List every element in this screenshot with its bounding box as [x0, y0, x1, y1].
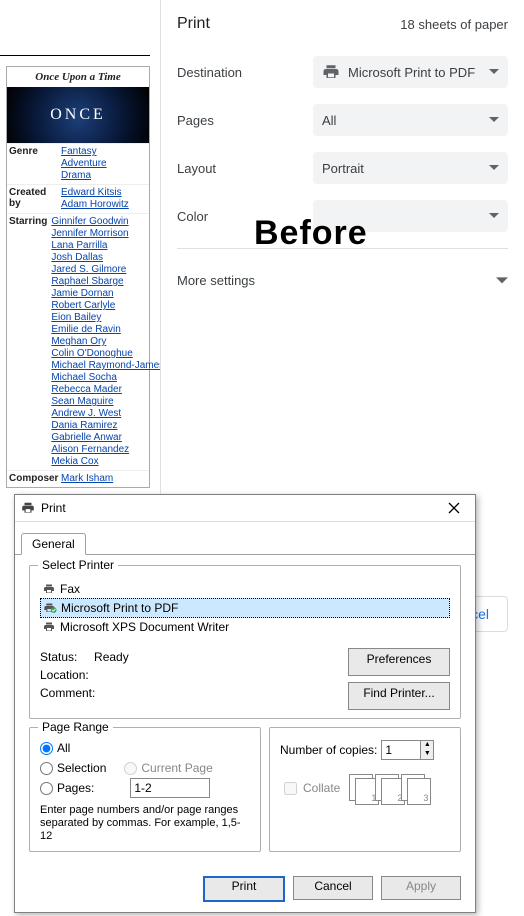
wiki-link[interactable]: Drama — [61, 170, 91, 181]
more-settings-toggle[interactable]: More settings — [161, 257, 524, 303]
wiki-link[interactable]: Ginnifer Goodwin — [51, 216, 128, 227]
wiki-link[interactable]: Eion Bailey — [51, 312, 101, 323]
printer-item[interactable]: Microsoft XPS Document Writer — [40, 618, 450, 636]
layout-select[interactable]: Portrait — [313, 152, 508, 184]
infobox-key: Starring — [7, 214, 49, 470]
destination-select[interactable]: Microsoft Print to PDF — [313, 56, 508, 88]
dialog-print-button[interactable]: Print — [203, 876, 285, 902]
wiki-link[interactable]: Edward Kitsis — [61, 187, 122, 198]
sheet-count: 18 sheets of paper — [400, 17, 508, 32]
chevron-down-icon — [496, 273, 508, 288]
spinner-up-icon[interactable]: ▲ — [421, 741, 433, 750]
before-label: Before — [254, 214, 368, 253]
copies-label: Number of copies: — [280, 743, 377, 757]
wiki-link[interactable]: Rebecca Mader — [51, 384, 122, 395]
wiki-link[interactable]: Meghan Ory — [51, 336, 106, 347]
find-printer-button[interactable]: Find Printer... — [348, 682, 450, 710]
wiki-link[interactable]: Michael Raymond-James — [51, 360, 164, 371]
printer-icon — [43, 602, 57, 614]
pages-input[interactable] — [130, 778, 210, 798]
divider — [0, 55, 150, 56]
wiki-link[interactable]: Michael Socha — [51, 372, 117, 383]
close-button[interactable] — [439, 497, 469, 519]
tab-general[interactable]: General — [21, 533, 86, 555]
wiki-link[interactable]: Josh Dallas — [51, 252, 103, 263]
printer-icon — [21, 501, 35, 515]
wiki-link[interactable]: Colin O'Donoghue — [51, 348, 132, 359]
collate-checkbox — [284, 782, 297, 795]
printer-list[interactable]: FaxMicrosoft Print to PDFMicrosoft XPS D… — [40, 580, 450, 636]
wiki-link[interactable]: Raphael Sbarge — [51, 276, 123, 287]
page-range-label: Page Range — [38, 720, 113, 734]
dialog-cancel-button[interactable]: Cancel — [293, 876, 373, 900]
collate-preview: 11 22 33 — [349, 774, 427, 802]
chevron-down-icon — [489, 69, 499, 75]
spinner-down-icon[interactable]: ▼ — [421, 750, 433, 759]
print-dialog: Print General Select Printer FaxMicrosof… — [14, 494, 476, 913]
status-label: Status: — [40, 650, 77, 664]
copies-input[interactable] — [381, 740, 421, 760]
wiki-link[interactable]: Adam Horowitz — [61, 199, 129, 210]
dialog-apply-button: Apply — [381, 876, 461, 900]
location-label: Location: — [40, 666, 348, 684]
infobox-value: FantasyAdventureDrama — [59, 144, 149, 184]
preferences-button[interactable]: Preferences — [348, 648, 450, 676]
status-value: Ready — [94, 650, 129, 664]
wiki-link[interactable]: Jennifer Morrison — [51, 228, 128, 239]
copies-group: Number of copies: ▲▼ Collate 11 22 33 — [269, 727, 461, 852]
infobox-value: Ginnifer GoodwinJennifer MorrisonLana Pa… — [49, 214, 166, 470]
wiki-link[interactable]: Robert Carlyle — [51, 300, 115, 311]
wiki-link[interactable]: Jamie Dornan — [51, 288, 113, 299]
chevron-down-icon — [489, 165, 499, 171]
select-printer-label: Select Printer — [38, 558, 118, 572]
dialog-title: Print — [41, 501, 66, 515]
wiki-link[interactable]: Gabrielle Anwar — [51, 432, 122, 443]
wiki-link[interactable]: Fantasy — [61, 146, 97, 157]
infobox-value: Edward KitsisAdam Horowitz — [59, 185, 149, 213]
pages-select[interactable]: All — [313, 104, 508, 136]
page-range-group: Page Range All Selection Current Page Pa… — [29, 727, 261, 852]
page-range-hint: Enter page numbers and/or page ranges se… — [40, 804, 250, 843]
wiki-link[interactable]: Sean Maguire — [51, 396, 113, 407]
more-settings-label: More settings — [177, 273, 255, 288]
wiki-link[interactable]: Emilie de Ravin — [51, 324, 120, 335]
chevron-down-icon — [489, 117, 499, 123]
infobox-key: Composer — [7, 471, 59, 487]
wiki-link[interactable]: Mark Isham — [61, 473, 113, 484]
radio-selection[interactable] — [40, 762, 53, 775]
radio-pages[interactable] — [40, 782, 53, 795]
wiki-link[interactable]: Jared S. Gilmore — [51, 264, 126, 275]
destination-label: Destination — [177, 65, 313, 80]
dialog-titlebar[interactable]: Print — [15, 495, 475, 522]
printer-item[interactable]: Fax — [40, 580, 450, 598]
printer-icon — [42, 583, 56, 595]
infobox-image: ONCE — [7, 87, 149, 143]
show-logo-text: ONCE — [50, 106, 106, 124]
collate-label: Collate — [303, 781, 340, 795]
layout-label: Layout — [177, 161, 313, 176]
chevron-down-icon — [489, 213, 499, 219]
wiki-link[interactable]: Adventure — [61, 158, 107, 169]
radio-all[interactable] — [40, 742, 53, 755]
wiki-link[interactable]: Lana Parrilla — [51, 240, 107, 251]
print-title: Print — [177, 15, 210, 33]
wiki-link[interactable]: Andrew J. West — [51, 408, 121, 419]
pages-label: Pages — [177, 113, 313, 128]
select-printer-group: Select Printer FaxMicrosoft Print to PDF… — [29, 565, 461, 719]
infobox-key: Created by — [7, 185, 59, 213]
printer-icon — [42, 621, 56, 633]
infobox-key: Genre — [7, 144, 59, 184]
wiki-link[interactable]: Alison Fernandez — [51, 444, 129, 455]
comment-label: Comment: — [40, 684, 348, 702]
infobox-value: Mark Isham — [59, 471, 149, 487]
infobox: Once Upon a Time ONCE GenreFantasyAdvent… — [6, 66, 150, 488]
wiki-link[interactable]: Dania Ramirez — [51, 420, 117, 431]
printer-item[interactable]: Microsoft Print to PDF — [40, 598, 450, 618]
printer-icon — [322, 63, 340, 81]
copies-spinner[interactable]: ▲▼ — [381, 740, 434, 760]
wiki-link[interactable]: Mekia Cox — [51, 456, 98, 467]
infobox-title: Once Upon a Time — [7, 67, 149, 87]
radio-current-page — [124, 762, 137, 775]
